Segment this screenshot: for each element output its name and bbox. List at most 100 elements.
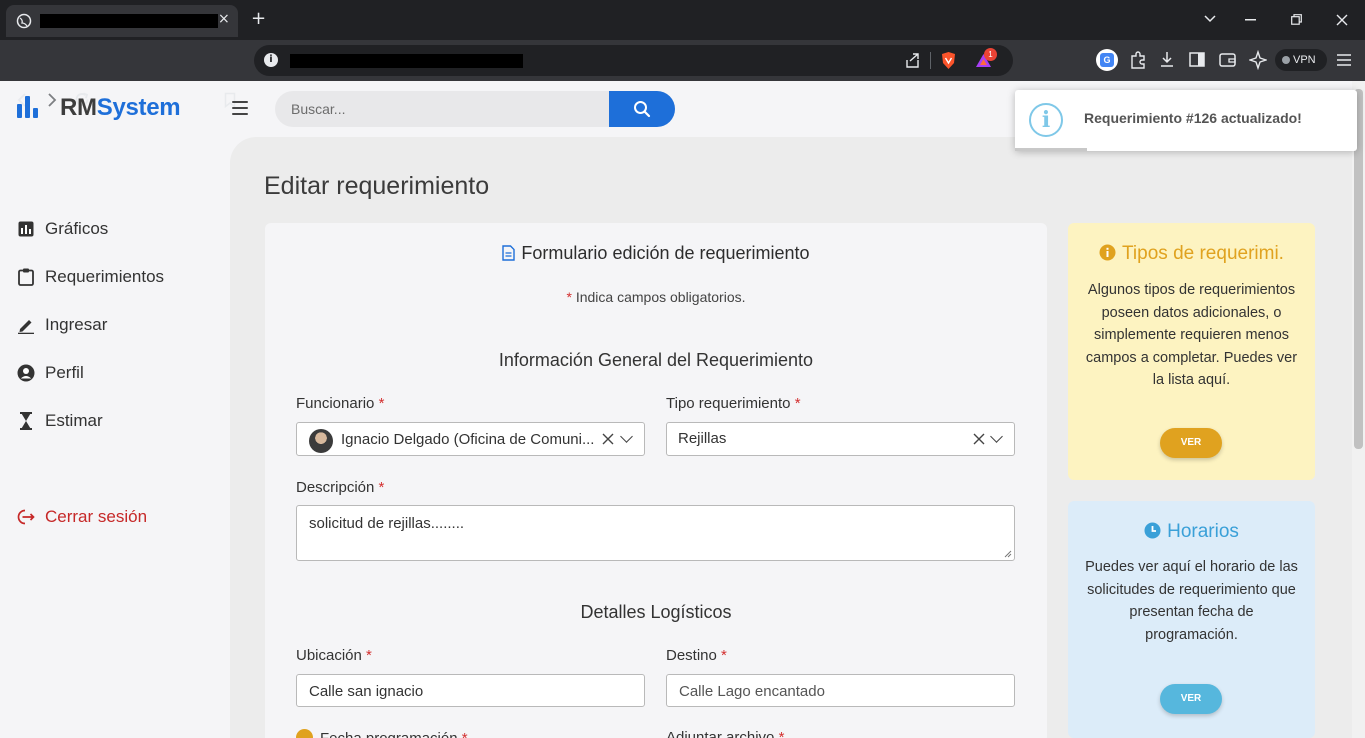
page-scrollbar[interactable] xyxy=(1352,81,1365,738)
sidebar-item-graficos[interactable]: Gráficos xyxy=(16,217,108,241)
wallet-icon[interactable] xyxy=(1219,50,1236,70)
minimize-icon[interactable] xyxy=(1245,19,1256,21)
sidebar-toggle-icon[interactable] xyxy=(1189,50,1205,70)
clear-selection-icon[interactable] xyxy=(602,433,614,445)
info-icon: i xyxy=(1029,103,1063,137)
required-star: * xyxy=(378,479,385,496)
close-window-icon[interactable] xyxy=(1336,14,1348,26)
globe-icon xyxy=(16,13,32,29)
leo-ai-icon[interactable] xyxy=(1249,50,1267,70)
logout-label: Cerrar sesión xyxy=(45,507,148,526)
chevron-down-icon[interactable] xyxy=(620,430,633,443)
search-button[interactable] xyxy=(609,91,675,127)
required-star: * xyxy=(462,730,468,738)
section-general-heading: Información General del Requerimiento xyxy=(498,350,814,370)
horarios-card-title-text: Horarios xyxy=(1167,521,1239,542)
sidebar-item-label: Ingresar xyxy=(45,315,108,334)
resize-handle-icon[interactable] xyxy=(1004,550,1012,558)
browser-menu-icon[interactable] xyxy=(1337,54,1351,74)
sidebar-item-estimar[interactable]: Estimar xyxy=(16,409,103,433)
toolbar-divider xyxy=(930,52,931,69)
ubicacion-input[interactable]: Calle san ignacio xyxy=(296,674,645,707)
toast-notification[interactable]: i Requerimiento #126 actualizado! xyxy=(1015,90,1357,151)
destino-input[interactable]: Calle Lago encantado xyxy=(666,674,1015,707)
sidebar-item-requerimientos[interactable]: Requerimientos xyxy=(16,265,164,289)
required-star: * xyxy=(566,289,572,305)
bar-chart-icon xyxy=(16,219,36,239)
brand-suffix: System xyxy=(96,94,181,121)
fecha-label: Fecha programación * xyxy=(296,729,468,738)
fecha-label-text: Fecha programación xyxy=(320,730,458,738)
horarios-info-card: Horarios Puedes ver aquí el horario de l… xyxy=(1068,501,1315,738)
info-warning-icon xyxy=(296,729,313,738)
tab-title-redacted xyxy=(40,14,218,28)
tipos-card-title: Tipos de requerimi. xyxy=(1068,243,1315,265)
restore-icon[interactable] xyxy=(1291,14,1302,25)
descripcion-value: solicitud de rejillas........ xyxy=(309,515,465,532)
document-icon xyxy=(502,245,516,261)
required-star: * xyxy=(778,729,785,738)
extensions-puzzle-icon[interactable] xyxy=(1129,50,1147,70)
logout-button[interactable]: Cerrar sesión xyxy=(16,505,147,529)
descripcion-label: Descripción * xyxy=(296,479,384,496)
tipo-label: Tipo requerimiento * xyxy=(666,395,801,412)
required-star: * xyxy=(378,395,385,412)
required-star: * xyxy=(366,647,372,664)
translate-extension-icon[interactable]: G xyxy=(1096,49,1118,71)
horarios-card-body: Puedes ver aquí el horario de las solici… xyxy=(1085,559,1298,643)
clock-icon xyxy=(1144,522,1161,539)
funcionario-select[interactable]: Ignacio Delgado (Oficina de Comuni... xyxy=(296,422,645,456)
section-logistics-heading: Detalles Logísticos xyxy=(580,602,732,622)
toast-message: Requerimiento #126 actualizado! xyxy=(1084,110,1302,126)
vpn-button[interactable]: VPN xyxy=(1275,49,1327,71)
browser-tab[interactable]: × xyxy=(6,5,238,37)
adjuntar-label: Adjuntar archivo * xyxy=(666,729,784,738)
rmsystem-logo-icon xyxy=(17,96,38,118)
url-redacted xyxy=(290,54,523,68)
new-tab-button[interactable]: + xyxy=(251,8,266,29)
address-bar[interactable]: i 1 xyxy=(254,45,1013,76)
brave-shield-icon[interactable] xyxy=(940,51,957,70)
required-note: * Indica campos obligatorios. xyxy=(265,289,1047,305)
forward-icon[interactable] xyxy=(46,92,58,108)
browser-tab-bar: × + xyxy=(0,0,1365,40)
toast-progress-bar xyxy=(1015,148,1087,151)
share-icon[interactable] xyxy=(904,52,921,69)
ubicacion-value: Calle san ignacio xyxy=(309,683,424,700)
app-brand[interactable]: RMSystem xyxy=(60,94,181,122)
hamburger-menu-icon[interactable] xyxy=(232,101,248,115)
close-tab-icon[interactable]: × xyxy=(218,11,230,27)
info-circle-icon xyxy=(1099,244,1116,261)
required-star: * xyxy=(721,647,727,664)
descripcion-textarea[interactable]: solicitud de rejillas........ xyxy=(296,505,1015,561)
logout-icon xyxy=(16,507,36,527)
funcionario-label: Funcionario * xyxy=(296,395,384,412)
user-circle-icon xyxy=(16,363,36,383)
site-info-icon[interactable]: i xyxy=(264,53,278,67)
chevron-down-icon[interactable] xyxy=(990,430,1003,443)
clipboard-icon xyxy=(16,267,36,287)
page-title: Editar requerimiento xyxy=(264,172,490,200)
sidebar-item-label: Perfil xyxy=(45,363,84,382)
tipo-requerimiento-select[interactable]: Rejillas xyxy=(666,422,1015,456)
rewards-badge: 1 xyxy=(984,48,997,61)
tipos-card-body: Algunos tipos de requerimientos poseen d… xyxy=(1085,282,1298,388)
destino-value: Calle Lago encantado xyxy=(679,683,825,700)
tipos-ver-button[interactable]: VER xyxy=(1160,428,1222,458)
downloads-icon[interactable] xyxy=(1159,50,1175,70)
sidebar-item-perfil[interactable]: Perfil xyxy=(16,361,84,385)
pencil-icon xyxy=(16,315,36,335)
form-title-text: Formulario edición de requerimiento xyxy=(521,243,810,263)
funcionario-value: Ignacio Delgado (Oficina de Comuni... xyxy=(341,431,595,448)
horarios-ver-button[interactable]: VER xyxy=(1160,684,1222,714)
tipos-info-card: Tipos de requerimi. Algunos tipos de req… xyxy=(1068,223,1315,480)
horarios-card-title: Horarios xyxy=(1068,521,1315,543)
sidebar-item-ingresar[interactable]: Ingresar xyxy=(16,313,107,337)
search-input[interactable] xyxy=(275,91,609,127)
tab-search-chevron-icon[interactable] xyxy=(1204,14,1216,24)
tipos-card-title-text: Tipos de requerimi. xyxy=(1122,243,1284,264)
clear-selection-icon[interactable] xyxy=(973,433,985,445)
ubicacion-label-text: Ubicación xyxy=(296,647,362,664)
search-bar xyxy=(275,91,675,127)
brand-prefix: RM xyxy=(60,94,97,121)
